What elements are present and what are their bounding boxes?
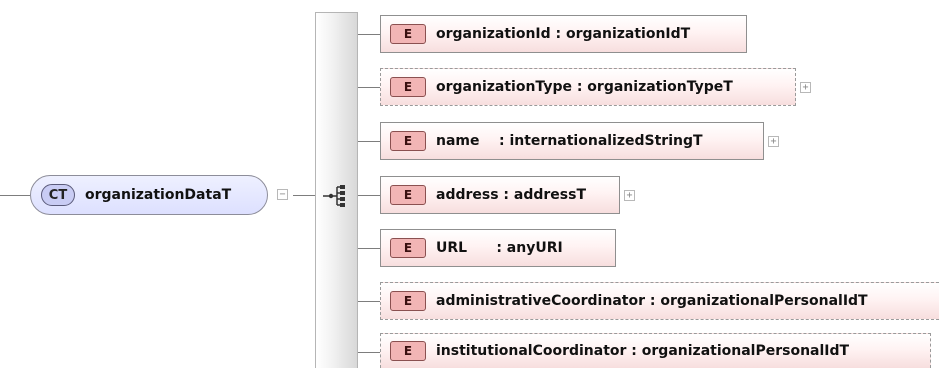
connector-line	[358, 141, 380, 142]
element-label: address : addressT	[436, 187, 587, 203]
element-node-administrative-coordinator[interactable]: E administrativeCoordinator : organizati…	[380, 282, 939, 320]
complex-type-badge: CT	[41, 184, 75, 206]
element-badge: E	[390, 291, 426, 311]
element-badge: E	[390, 185, 426, 205]
collapse-toggle-icon[interactable]: −	[277, 189, 288, 200]
expand-toggle-icon[interactable]: +	[768, 136, 779, 147]
connector-line	[358, 87, 380, 88]
connector-line	[358, 248, 380, 249]
complex-type-name: organizationDataT	[85, 187, 232, 203]
element-badge: E	[390, 131, 426, 151]
connector-line	[358, 195, 380, 196]
element-node-name[interactable]: E name : internationalizedStringT	[380, 122, 764, 160]
element-badge: E	[390, 341, 426, 361]
element-label: URL : anyURI	[436, 240, 563, 256]
element-label: name : internationalizedStringT	[436, 133, 703, 149]
connector-line	[293, 195, 315, 196]
connector-line	[0, 195, 30, 196]
element-badge: E	[390, 77, 426, 97]
element-badge: E	[390, 238, 426, 258]
element-node-organization-id[interactable]: E organizationId : organizationIdT	[380, 15, 747, 53]
element-label: administrativeCoordinator : organization…	[436, 293, 868, 309]
element-label: organizationType : organizationTypeT	[436, 79, 733, 95]
schema-diagram: CT organizationDataT − E organizationId …	[0, 0, 939, 368]
connector-line	[358, 34, 380, 35]
complex-type-node[interactable]: CT organizationDataT	[30, 175, 268, 215]
expand-toggle-icon[interactable]: +	[624, 190, 635, 201]
connector-line	[358, 352, 380, 353]
element-node-organization-type[interactable]: E organizationType : organizationTypeT	[380, 68, 796, 106]
element-node-address[interactable]: E address : addressT	[380, 176, 620, 214]
connector-line	[358, 301, 380, 302]
sequence-compositor-icon[interactable]	[323, 184, 349, 208]
element-label: institutionalCoordinator : organizationa…	[436, 343, 850, 359]
element-badge: E	[390, 24, 426, 44]
expand-toggle-icon[interactable]: +	[800, 82, 811, 93]
element-node-url[interactable]: E URL : anyURI	[380, 229, 616, 267]
element-label: organizationId : organizationIdT	[436, 26, 691, 42]
element-node-institutional-coordinator[interactable]: E institutionalCoordinator : organizatio…	[380, 333, 931, 368]
